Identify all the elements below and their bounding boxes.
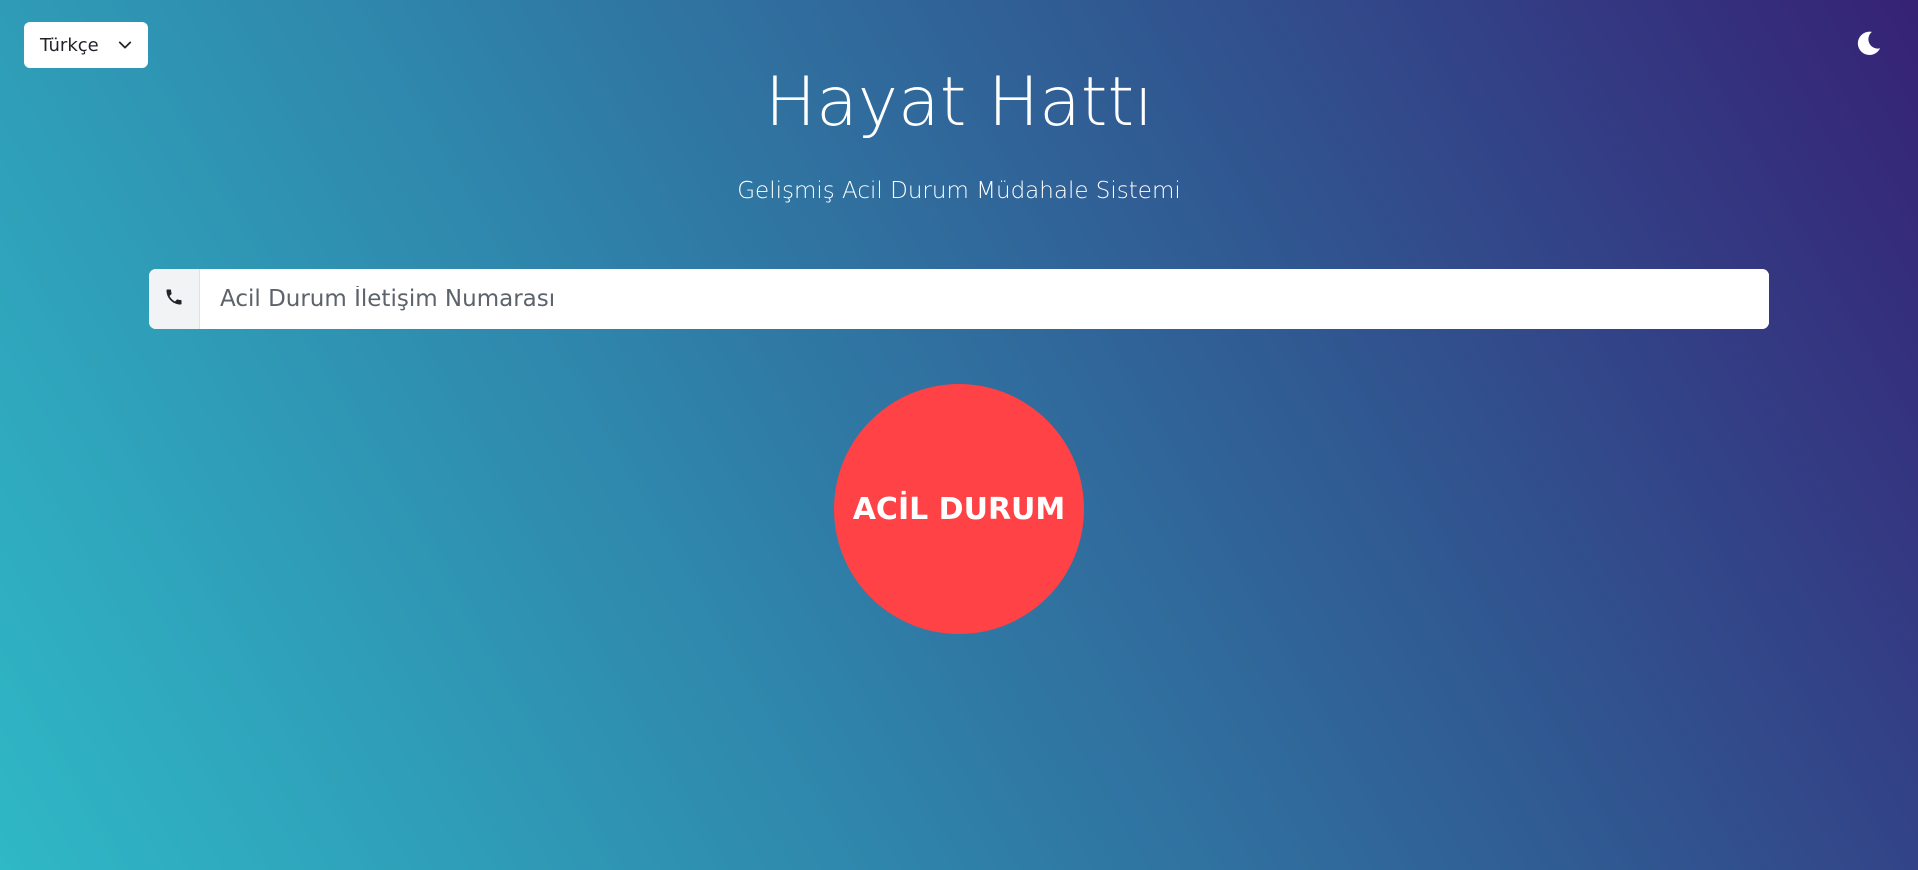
moon-icon xyxy=(1855,29,1883,61)
language-select-value: Türkçe xyxy=(40,34,99,56)
theme-toggle-button[interactable] xyxy=(1854,30,1884,60)
phone-addon xyxy=(149,269,200,329)
chevron-down-icon xyxy=(118,38,132,52)
page-title: Hayat Hattı xyxy=(764,63,1153,142)
emergency-button-label: ACİL DURUM xyxy=(852,491,1066,527)
emergency-button[interactable]: ACİL DURUM xyxy=(834,384,1084,634)
emergency-contact-input[interactable] xyxy=(200,269,1769,329)
phone-icon xyxy=(164,287,184,311)
page-subtitle: Gelişmiş Acil Durum Müdahale Sistemi xyxy=(737,178,1181,204)
emergency-contact-group xyxy=(149,269,1769,329)
